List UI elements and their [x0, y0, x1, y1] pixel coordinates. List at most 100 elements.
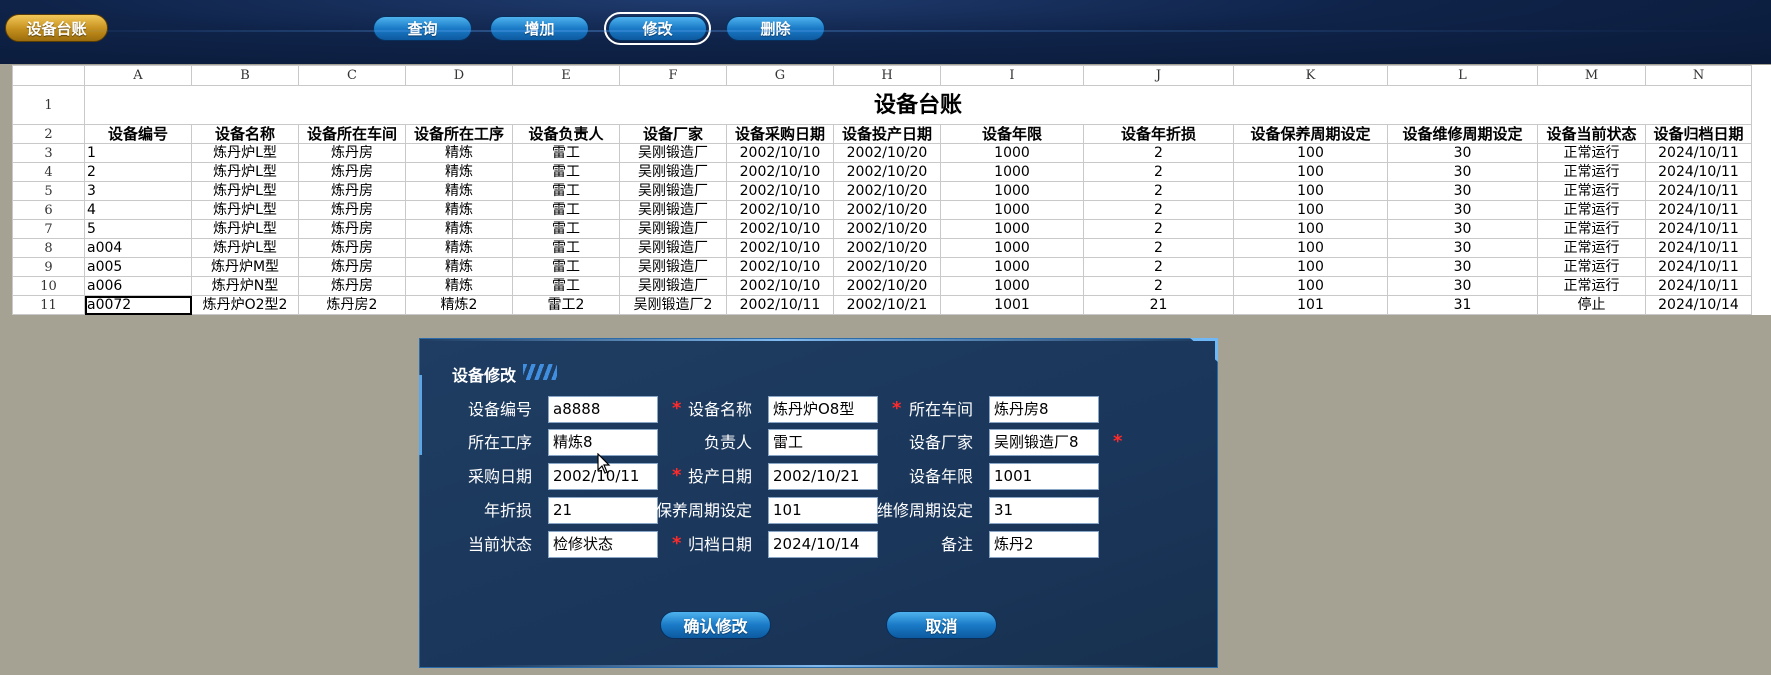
- table-cell[interactable]: 雷工: [512, 162, 620, 182]
- table-cell[interactable]: 精炼: [405, 143, 513, 163]
- table-cell[interactable]: 100: [1233, 238, 1388, 258]
- table-row[interactable]: 11 a0072 炼丹炉O2型2 炼丹房2 精炼2 雷工2 吴刚锻造厂2 2002/10/11…: [12, 295, 1752, 315]
- table-cell[interactable]: 正常运行: [1537, 219, 1646, 239]
- table-cell[interactable]: 2002/10/20: [833, 162, 941, 182]
- table-row[interactable]: 3 1 炼丹炉L型 炼丹房 精炼 雷工 吴刚锻造厂 2002/10/10 2002/10/20 1…: [12, 143, 1752, 163]
- table-cell[interactable]: a0072: [84, 295, 192, 315]
- table-cell[interactable]: 2002/10/20: [833, 219, 941, 239]
- table-cell[interactable]: 2002/10/20: [833, 143, 941, 163]
- table-cell[interactable]: 雷工: [512, 219, 620, 239]
- table-cell[interactable]: 100: [1233, 219, 1388, 239]
- table-cell[interactable]: 2002/10/10: [726, 200, 834, 220]
- table-cell[interactable]: 2024/10/11: [1645, 257, 1752, 277]
- column-letter[interactable]: F: [619, 65, 727, 86]
- table-cell[interactable]: 精炼: [405, 162, 513, 182]
- table-cell[interactable]: 炼丹炉L型: [191, 238, 299, 258]
- table-cell[interactable]: 炼丹炉L型: [191, 181, 299, 201]
- column-letter[interactable]: I: [940, 65, 1084, 86]
- table-cell[interactable]: 1000: [940, 200, 1084, 220]
- table-cell[interactable]: 1: [84, 143, 192, 163]
- table-row[interactable]: 5 3 炼丹炉L型 炼丹房 精炼 雷工 吴刚锻造厂 2002/10/10 2002/10/20 1…: [12, 181, 1752, 201]
- table-cell[interactable]: 1000: [940, 238, 1084, 258]
- field-input[interactable]: 31: [989, 497, 1099, 524]
- table-cell[interactable]: 炼丹炉L型: [191, 200, 299, 220]
- table-cell[interactable]: 2: [1083, 257, 1234, 277]
- table-cell[interactable]: 2002/10/10: [726, 257, 834, 277]
- table-cell[interactable]: 正常运行: [1537, 238, 1646, 258]
- table-row[interactable]: 10 a006 炼丹炉N型 炼丹房 精炼 雷工 吴刚锻造厂 2002/10/10 2002/10…: [12, 276, 1752, 296]
- table-cell[interactable]: 2002/10/10: [726, 238, 834, 258]
- table-cell[interactable]: 100: [1233, 162, 1388, 182]
- table-cell[interactable]: 2: [84, 162, 192, 182]
- table-cell[interactable]: 炼丹房: [298, 181, 406, 201]
- table-cell[interactable]: 精炼: [405, 219, 513, 239]
- table-cell[interactable]: 101: [1233, 295, 1388, 315]
- column-letter[interactable]: E: [512, 65, 620, 86]
- table-cell[interactable]: 4: [84, 200, 192, 220]
- table-cell[interactable]: 雷工: [512, 238, 620, 258]
- modify-button[interactable]: 修改: [604, 12, 711, 45]
- table-row[interactable]: 6 4 炼丹炉L型 炼丹房 精炼 雷工 吴刚锻造厂 2002/10/10 2002/10/20 1…: [12, 200, 1752, 220]
- table-cell[interactable]: 炼丹炉M型: [191, 257, 299, 277]
- table-cell[interactable]: a004: [84, 238, 192, 258]
- table-cell[interactable]: 2: [1083, 219, 1234, 239]
- table-cell[interactable]: a006: [84, 276, 192, 296]
- table-cell[interactable]: 精炼2: [405, 295, 513, 315]
- column-letter[interactable]: J: [1083, 65, 1234, 86]
- table-cell[interactable]: 雷工: [512, 200, 620, 220]
- table-cell[interactable]: 1000: [940, 143, 1084, 163]
- table-cell[interactable]: 2002/10/10: [726, 219, 834, 239]
- column-letter[interactable]: C: [298, 65, 406, 86]
- table-cell[interactable]: 炼丹房: [298, 219, 406, 239]
- column-letter[interactable]: K: [1233, 65, 1388, 86]
- table-cell[interactable]: 100: [1233, 257, 1388, 277]
- table-cell[interactable]: 炼丹房: [298, 200, 406, 220]
- table-cell[interactable]: 正常运行: [1537, 200, 1646, 220]
- table-cell[interactable]: 炼丹房: [298, 143, 406, 163]
- table-cell[interactable]: 精炼: [405, 181, 513, 201]
- column-letter[interactable]: D: [405, 65, 513, 86]
- table-cell[interactable]: 吴刚锻造厂: [619, 219, 727, 239]
- table-cell[interactable]: 吴刚锻造厂: [619, 162, 727, 182]
- table-cell[interactable]: 雷工: [512, 276, 620, 296]
- table-cell[interactable]: 1000: [940, 219, 1084, 239]
- table-cell[interactable]: 正常运行: [1537, 162, 1646, 182]
- column-letter[interactable]: N: [1645, 65, 1752, 86]
- field-input[interactable]: 炼丹房8: [989, 396, 1099, 423]
- add-button[interactable]: 增加: [490, 16, 589, 41]
- table-cell[interactable]: 2002/10/20: [833, 200, 941, 220]
- table-cell[interactable]: 炼丹房2: [298, 295, 406, 315]
- table-cell[interactable]: 21: [1083, 295, 1234, 315]
- table-cell[interactable]: a005: [84, 257, 192, 277]
- table-cell[interactable]: 精炼: [405, 200, 513, 220]
- table-cell[interactable]: 1001: [940, 295, 1084, 315]
- table-cell[interactable]: 吴刚锻造厂: [619, 276, 727, 296]
- table-cell[interactable]: 炼丹房: [298, 276, 406, 296]
- table-cell[interactable]: 2: [1083, 143, 1234, 163]
- table-cell[interactable]: 正常运行: [1537, 143, 1646, 163]
- column-letter[interactable]: G: [726, 65, 834, 86]
- table-cell[interactable]: 30: [1387, 219, 1538, 239]
- table-cell[interactable]: 2: [1083, 200, 1234, 220]
- table-cell[interactable]: 2002/10/10: [726, 276, 834, 296]
- table-cell[interactable]: 1000: [940, 162, 1084, 182]
- table-row[interactable]: 7 5 炼丹炉L型 炼丹房 精炼 雷工 吴刚锻造厂 2002/10/10 2002/10/20 1…: [12, 219, 1752, 239]
- field-input[interactable]: 炼丹2: [989, 531, 1099, 558]
- table-cell[interactable]: 吴刚锻造厂: [619, 238, 727, 258]
- table-cell[interactable]: 雷工: [512, 143, 620, 163]
- table-cell[interactable]: 吴刚锻造厂: [619, 181, 727, 201]
- table-cell[interactable]: 正常运行: [1537, 276, 1646, 296]
- table-cell[interactable]: 炼丹房: [298, 257, 406, 277]
- table-cell[interactable]: 正常运行: [1537, 257, 1646, 277]
- table-cell[interactable]: 2024/10/11: [1645, 219, 1752, 239]
- table-cell[interactable]: 2024/10/11: [1645, 276, 1752, 296]
- table-cell[interactable]: 2002/10/20: [833, 238, 941, 258]
- table-cell[interactable]: 炼丹炉L型: [191, 143, 299, 163]
- table-row[interactable]: 9 a005 炼丹炉M型 炼丹房 精炼 雷工 吴刚锻造厂 2002/10/10 2002/10/…: [12, 257, 1752, 277]
- table-cell[interactable]: 精炼: [405, 238, 513, 258]
- table-cell[interactable]: 100: [1233, 200, 1388, 220]
- table-cell[interactable]: 2: [1083, 238, 1234, 258]
- table-cell[interactable]: 1000: [940, 276, 1084, 296]
- table-cell[interactable]: 精炼: [405, 257, 513, 277]
- table-cell[interactable]: 2002/10/10: [726, 162, 834, 182]
